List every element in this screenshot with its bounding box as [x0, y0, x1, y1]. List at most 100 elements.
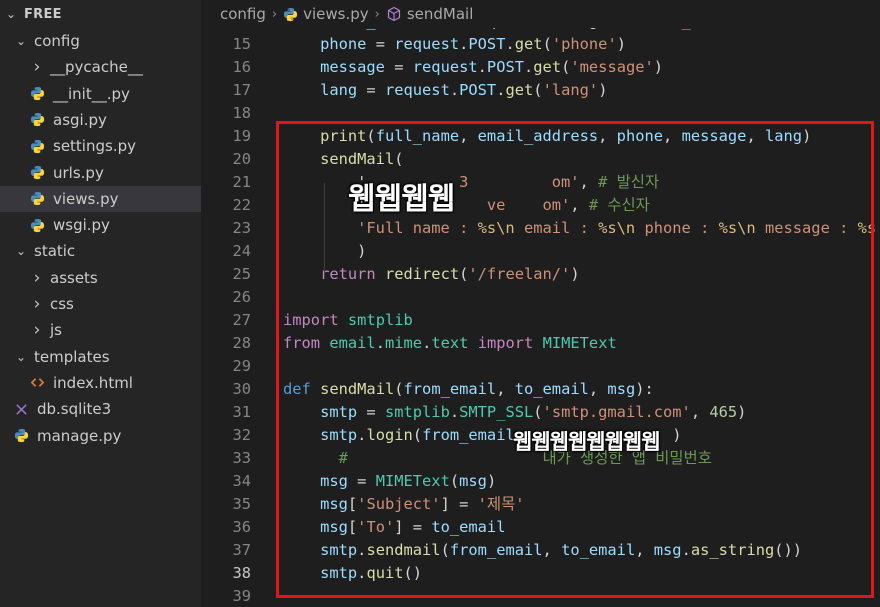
- code-line: 26: [201, 286, 880, 309]
- tree-item-assets[interactable]: › assets: [0, 265, 201, 291]
- tree-item-static[interactable]: ⌄ static: [0, 238, 201, 264]
- line-number: 26: [232, 288, 251, 306]
- python-icon: [30, 165, 45, 180]
- line-number: 19: [232, 127, 251, 145]
- breadcrumb-symbol[interactable]: sendMail: [407, 5, 474, 23]
- code-line: 25 return redirect('/freelan/'): [201, 263, 880, 286]
- python-icon: [30, 139, 45, 154]
- tree-item-views-py[interactable]: views.py: [0, 185, 201, 212]
- tree-item-pycache[interactable]: › __pycache__: [0, 54, 201, 80]
- line-number: 38: [232, 564, 251, 582]
- chevron-right-icon: ›: [271, 6, 278, 22]
- code-line: 16 message = request.POST.get('message'): [201, 56, 880, 79]
- explorer-root[interactable]: ⌄ FREE: [0, 1, 201, 27]
- code-editor[interactable]: config › views.py › sendMail 14 email_ad…: [201, 0, 880, 607]
- python-icon: [284, 7, 298, 21]
- chevron-right-icon: ›: [33, 320, 41, 341]
- line-number: 15: [232, 35, 251, 53]
- code-line: 39: [201, 585, 880, 607]
- tree-item-label: wsgi.py: [53, 216, 110, 235]
- tree-item-label: templates: [34, 347, 110, 366]
- code-text: ' 3 om', # 발신자: [357, 173, 660, 191]
- tree-item-db-sqlite3[interactable]: db.sqlite3: [0, 396, 201, 422]
- code-text: smtp.sendmail(from_email, to_email, msg.…: [320, 541, 803, 559]
- line-number: 29: [232, 357, 251, 375]
- code-text: print(full_name, email_address, phone, m…: [320, 127, 812, 145]
- code-line: 24 ): [201, 240, 880, 263]
- line-number: 39: [232, 587, 251, 605]
- line-number: 35: [232, 495, 251, 513]
- code-text: phone = request.POST.get('phone'): [320, 35, 626, 53]
- tree-item-label: asgi.py: [53, 110, 107, 129]
- line-number: 24: [232, 242, 251, 260]
- tree-item-css[interactable]: › css: [0, 291, 201, 317]
- chevron-right-icon: ›: [374, 6, 380, 22]
- line-number: 20: [232, 150, 251, 168]
- line-number: 21: [232, 173, 251, 191]
- python-icon: [30, 218, 45, 233]
- chevron-right-icon: ›: [33, 294, 41, 314]
- line-number: 34: [232, 472, 251, 490]
- tree-item-config[interactable]: ⌄ config: [0, 28, 201, 54]
- tree-item-label: index.html: [53, 373, 133, 392]
- code-text: smtp.quit(): [320, 564, 423, 582]
- code-line: 31 smtp = smtplib.SMTP_SSL('smtp.gmail.c…: [201, 401, 880, 424]
- code-line: 22 ' 4 ve om', # 수신자: [201, 194, 880, 217]
- tree-item-manage-py[interactable]: manage.py: [0, 423, 201, 449]
- explorer-root-label: FREE: [24, 6, 62, 22]
- tree-item-label: settings.py: [53, 137, 136, 156]
- code-text: msg['To'] = to_email: [320, 518, 506, 536]
- code-text: msg = MIMEText(msg): [320, 472, 497, 490]
- code-text: smtp = smtplib.SMTP_SSL('smtp.gmail.com'…: [320, 403, 747, 421]
- chevron-right-icon: ›: [33, 267, 41, 288]
- python-icon: [30, 112, 45, 127]
- code-text: msg['Subject'] = '제목': [320, 495, 525, 513]
- tree-item-label: __pycache__: [50, 58, 143, 77]
- redaction-overlay-2: 웹웹웹웹웹웹웹웹: [513, 430, 661, 454]
- tree-item-label: manage.py: [37, 426, 122, 445]
- tree-item-index-html[interactable]: index.html: [0, 370, 201, 396]
- explorer-sidebar: ⌄ FREE ⌄ config › __pycache__ __init__.pyasg…: [0, 0, 201, 607]
- code-line: 18: [201, 102, 880, 125]
- tree-item-init-py[interactable]: __init__.py: [0, 81, 201, 107]
- code-text: from email.mime.text import MIMEText: [283, 334, 617, 352]
- line-number: 28: [232, 334, 251, 352]
- code-line: 38 smtp.quit(): [201, 562, 880, 585]
- breadcrumb-file[interactable]: views.py: [303, 5, 369, 23]
- chevron-right-icon: ›: [33, 57, 41, 78]
- line-number: 17: [232, 81, 251, 99]
- tree-item-templates[interactable]: ⌄ templates: [0, 344, 201, 370]
- tree-item-urls-py[interactable]: urls.py: [0, 160, 201, 186]
- tree-item-label: static: [34, 242, 76, 261]
- code-line: 34 msg = MIMEText(msg): [201, 470, 880, 493]
- line-number: 31: [232, 403, 251, 421]
- line-number: 33: [232, 449, 251, 467]
- tree-item-label: config: [34, 32, 80, 50]
- code-line: 37 smtp.sendmail(from_email, to_email, m…: [201, 539, 880, 562]
- code-line: 19 print(full_name, email_address, phone…: [201, 125, 880, 148]
- chevron-down-icon: ⌄: [15, 34, 27, 48]
- python-icon: [30, 86, 45, 101]
- code-line: 29: [201, 355, 880, 378]
- code-line: 36 msg['To'] = to_email: [201, 516, 880, 539]
- python-icon: [14, 428, 29, 443]
- redaction-overlay-1: 웹웹웹웹: [348, 182, 455, 217]
- indent-guide: [324, 183, 325, 275]
- chevron-down-icon: ⌄: [15, 244, 27, 259]
- code-text: message = request.POST.get('message'): [320, 58, 664, 76]
- tree-item-asgi-py[interactable]: asgi.py: [0, 107, 201, 133]
- tree-item-label: assets: [50, 268, 98, 287]
- tree-item-settings-py[interactable]: settings.py: [0, 133, 201, 159]
- code-text: sendMail(: [320, 150, 404, 168]
- code-text: 'Full name : %s\n email : %s\n phone : %…: [357, 219, 877, 237]
- code-text: lang = request.POST.get('lang'): [320, 81, 608, 99]
- breadcrumb-folder[interactable]: config: [220, 5, 266, 23]
- tree-item-js[interactable]: › js: [0, 317, 201, 343]
- code-line: 35 msg['Subject'] = '제목': [201, 493, 880, 516]
- tree-item-wsgi-py[interactable]: wsgi.py: [0, 212, 201, 238]
- chevron-down-icon: ⌄: [5, 7, 17, 21]
- html-icon: [30, 375, 45, 390]
- code-line: 28 from email.mime.text import MIMEText: [201, 332, 880, 355]
- line-number: 30: [232, 380, 251, 398]
- chevron-down-icon: ⌄: [15, 349, 27, 364]
